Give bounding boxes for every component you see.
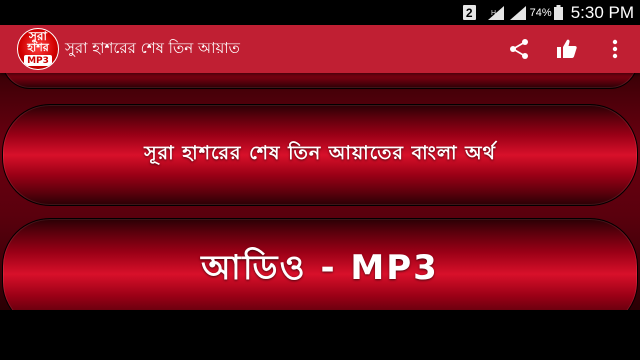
logo-mp3-badge: MP3: [24, 55, 52, 66]
share-button[interactable]: [506, 36, 532, 62]
signal-icon: H: [487, 5, 504, 20]
sim-slot-badge: 2: [462, 5, 476, 20]
logo-text-line2: হাশর: [27, 41, 49, 54]
menu-card-partial[interactable]: [2, 73, 638, 89]
app-title: সুরা হাশরের শেষ তিন আয়াত: [65, 38, 240, 57]
battery-icon: [553, 5, 563, 20]
overflow-menu-icon: [612, 39, 618, 59]
menu-item-label: সূরা হাশরের শেষ তিন আয়াতের বাংলা অর্থ: [144, 142, 496, 164]
app-logo: সুরা হাশর MP3: [17, 28, 59, 70]
clock: 5:30 PM: [570, 2, 634, 22]
bottom-area: [0, 310, 640, 360]
like-button[interactable]: [554, 36, 580, 62]
share-icon: [510, 39, 528, 59]
menu-item-bangla-meaning[interactable]: সূরা হাশরের শেষ তিন আয়াতের বাংলা অর্থ: [2, 104, 638, 206]
menu-item-label: আডিও - MP3: [201, 247, 439, 288]
menu-item-audio-mp3[interactable]: আডিও - MP3: [2, 218, 638, 310]
wifi-icon: [509, 5, 526, 20]
thumbs-up-icon: [557, 39, 577, 58]
menu-list: সূরা হাশরের শেষ তিন আয়াতের বাংলা অর্থ আ…: [0, 73, 640, 310]
app-bar-actions: [484, 25, 628, 73]
battery-percent: 74%: [529, 6, 552, 19]
status-bar: 2 H 74% 5:30 PM: [0, 0, 640, 25]
app-bar: সুরা হাশর MP3 সুরা হাশরের শেষ তিন আয়াত: [0, 25, 640, 73]
svg-text:H: H: [491, 10, 496, 17]
overflow-menu-button[interactable]: [602, 36, 628, 62]
